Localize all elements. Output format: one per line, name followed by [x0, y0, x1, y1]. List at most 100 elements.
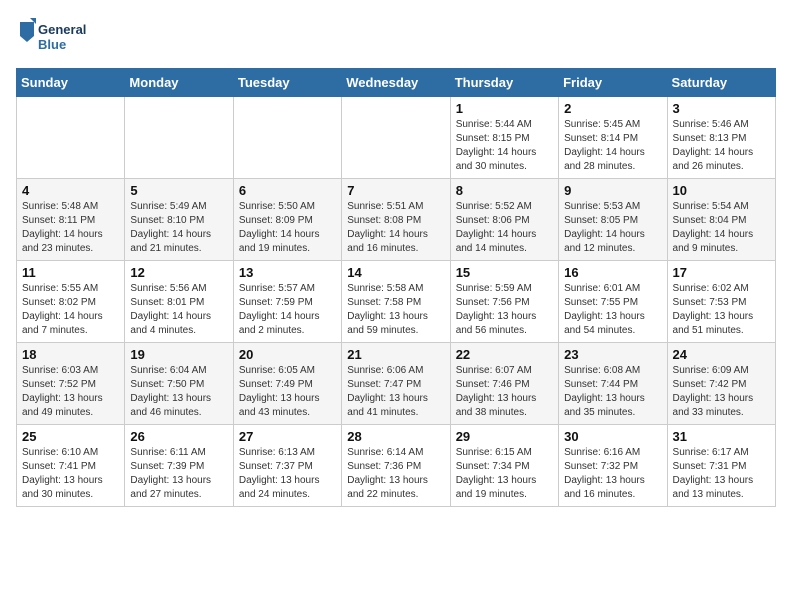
day-info: Sunrise: 5:48 AM Sunset: 8:11 PM Dayligh… — [22, 200, 119, 256]
day-info: Sunrise: 6:08 AM Sunset: 7:44 PM Dayligh… — [564, 364, 661, 420]
day-number: 27 — [239, 429, 336, 444]
calendar-cell: 15 Sunrise: 5:59 AM Sunset: 7:56 PM Dayli… — [450, 261, 558, 343]
calendar-body: 1Sunrise: 5:44 AM Sunset: 8:15 PM Daylig… — [17, 97, 776, 507]
day-info: Sunrise: 6:02 AM Sunset: 7:53 PM Dayligh… — [673, 282, 770, 338]
day-number: 7 — [347, 183, 444, 198]
day-info: Sunrise: 6:13 AM Sunset: 7:37 PM Dayligh… — [239, 446, 336, 502]
calendar-week-1: 1Sunrise: 5:44 AM Sunset: 8:15 PM Daylig… — [17, 97, 776, 179]
day-info: Sunrise: 6:16 AM Sunset: 7:32 PM Dayligh… — [564, 446, 661, 502]
day-number: 30 — [564, 429, 661, 444]
day-number: 21 — [347, 347, 444, 362]
day-header-friday: Friday — [559, 69, 667, 97]
day-number: 1 — [456, 101, 553, 116]
day-number: 17 — [673, 265, 770, 280]
day-number: 12 — [130, 265, 227, 280]
day-info: Sunrise: 6:17 AM Sunset: 7:31 PM Dayligh… — [673, 446, 770, 502]
calendar-cell: 22 Sunrise: 6:07 AM Sunset: 7:46 PM Dayli… — [450, 343, 558, 425]
day-number: 3 — [673, 101, 770, 116]
calendar-cell: 5 Sunrise: 5:49 AM Sunset: 8:10 PM Daylig… — [125, 179, 233, 261]
days-header-row: SundayMondayTuesdayWednesdayThursdayFrid… — [17, 69, 776, 97]
day-info: Sunrise: 6:03 AM Sunset: 7:52 PM Dayligh… — [22, 364, 119, 420]
calendar-cell: 31Sunrise: 6:17 AM Sunset: 7:31 PM Dayli… — [667, 425, 775, 507]
calendar-cell: 21 Sunrise: 6:06 AM Sunset: 7:47 PM Dayli… — [342, 343, 450, 425]
day-number: 23 — [564, 347, 661, 362]
calendar-cell: 3 Sunrise: 5:46 AM Sunset: 8:13 PM Daylig… — [667, 97, 775, 179]
calendar-cell: 13 Sunrise: 5:57 AM Sunset: 7:59 PM Dayli… — [233, 261, 341, 343]
day-info: Sunrise: 5:50 AM Sunset: 8:09 PM Dayligh… — [239, 200, 336, 256]
day-info: Sunrise: 5:55 AM Sunset: 8:02 PM Dayligh… — [22, 282, 119, 338]
calendar-cell: 27 Sunrise: 6:13 AM Sunset: 7:37 PM Dayli… — [233, 425, 341, 507]
day-info: Sunrise: 6:11 AM Sunset: 7:39 PM Dayligh… — [130, 446, 227, 502]
day-number: 26 — [130, 429, 227, 444]
day-number: 2 — [564, 101, 661, 116]
day-info: Sunrise: 5:49 AM Sunset: 8:10 PM Dayligh… — [130, 200, 227, 256]
day-number: 22 — [456, 347, 553, 362]
calendar-cell: 14 Sunrise: 5:58 AM Sunset: 7:58 PM Dayli… — [342, 261, 450, 343]
calendar-cell — [17, 97, 125, 179]
day-info: Sunrise: 5:57 AM Sunset: 7:59 PM Dayligh… — [239, 282, 336, 338]
calendar-week-2: 4 Sunrise: 5:48 AM Sunset: 8:11 PM Daylig… — [17, 179, 776, 261]
calendar-cell: 16 Sunrise: 6:01 AM Sunset: 7:55 PM Dayli… — [559, 261, 667, 343]
day-info: Sunrise: 5:46 AM Sunset: 8:13 PM Dayligh… — [673, 118, 770, 174]
calendar-week-5: 25Sunrise: 6:10 AM Sunset: 7:41 PM Dayli… — [17, 425, 776, 507]
day-info: Sunrise: 5:58 AM Sunset: 7:58 PM Dayligh… — [347, 282, 444, 338]
day-number: 16 — [564, 265, 661, 280]
page-header: General Blue — [16, 16, 776, 60]
calendar-cell: 7 Sunrise: 5:51 AM Sunset: 8:08 PM Daylig… — [342, 179, 450, 261]
day-number: 10 — [673, 183, 770, 198]
calendar-cell: 8Sunrise: 5:52 AM Sunset: 8:06 PM Daylig… — [450, 179, 558, 261]
day-info: Sunrise: 6:06 AM Sunset: 7:47 PM Dayligh… — [347, 364, 444, 420]
day-number: 18 — [22, 347, 119, 362]
day-info: Sunrise: 6:14 AM Sunset: 7:36 PM Dayligh… — [347, 446, 444, 502]
day-number: 28 — [347, 429, 444, 444]
calendar-cell — [233, 97, 341, 179]
day-number: 4 — [22, 183, 119, 198]
calendar-cell: 23 Sunrise: 6:08 AM Sunset: 7:44 PM Dayli… — [559, 343, 667, 425]
calendar-week-4: 18 Sunrise: 6:03 AM Sunset: 7:52 PM Dayli… — [17, 343, 776, 425]
day-number: 11 — [22, 265, 119, 280]
logo: General Blue — [16, 16, 96, 60]
day-info: Sunrise: 6:01 AM Sunset: 7:55 PM Dayligh… — [564, 282, 661, 338]
day-number: 15 — [456, 265, 553, 280]
calendar-header: SundayMondayTuesdayWednesdayThursdayFrid… — [17, 69, 776, 97]
svg-text:Blue: Blue — [38, 37, 66, 52]
day-info: Sunrise: 5:53 AM Sunset: 8:05 PM Dayligh… — [564, 200, 661, 256]
calendar-cell: 6 Sunrise: 5:50 AM Sunset: 8:09 PM Daylig… — [233, 179, 341, 261]
day-header-monday: Monday — [125, 69, 233, 97]
day-header-saturday: Saturday — [667, 69, 775, 97]
day-number: 5 — [130, 183, 227, 198]
calendar-cell: 18 Sunrise: 6:03 AM Sunset: 7:52 PM Dayli… — [17, 343, 125, 425]
calendar-cell: 17 Sunrise: 6:02 AM Sunset: 7:53 PM Dayli… — [667, 261, 775, 343]
day-number: 14 — [347, 265, 444, 280]
day-number: 9 — [564, 183, 661, 198]
day-number: 13 — [239, 265, 336, 280]
svg-text:General: General — [38, 22, 86, 37]
day-header-sunday: Sunday — [17, 69, 125, 97]
day-info: Sunrise: 5:59 AM Sunset: 7:56 PM Dayligh… — [456, 282, 553, 338]
day-number: 6 — [239, 183, 336, 198]
calendar-cell — [125, 97, 233, 179]
calendar-cell: 2 Sunrise: 5:45 AM Sunset: 8:14 PM Daylig… — [559, 97, 667, 179]
calendar-week-3: 11 Sunrise: 5:55 AM Sunset: 8:02 PM Dayli… — [17, 261, 776, 343]
day-info: Sunrise: 5:56 AM Sunset: 8:01 PM Dayligh… — [130, 282, 227, 338]
calendar-table: SundayMondayTuesdayWednesdayThursdayFrid… — [16, 68, 776, 507]
day-header-thursday: Thursday — [450, 69, 558, 97]
day-info: Sunrise: 6:05 AM Sunset: 7:49 PM Dayligh… — [239, 364, 336, 420]
day-number: 8 — [456, 183, 553, 198]
calendar-cell: 30 Sunrise: 6:16 AM Sunset: 7:32 PM Dayli… — [559, 425, 667, 507]
day-info: Sunrise: 5:54 AM Sunset: 8:04 PM Dayligh… — [673, 200, 770, 256]
calendar-cell: 19 Sunrise: 6:04 AM Sunset: 7:50 PM Dayli… — [125, 343, 233, 425]
calendar-cell: 29Sunrise: 6:15 AM Sunset: 7:34 PM Dayli… — [450, 425, 558, 507]
day-info: Sunrise: 6:04 AM Sunset: 7:50 PM Dayligh… — [130, 364, 227, 420]
calendar-cell: 25Sunrise: 6:10 AM Sunset: 7:41 PM Dayli… — [17, 425, 125, 507]
day-info: Sunrise: 5:45 AM Sunset: 8:14 PM Dayligh… — [564, 118, 661, 174]
day-number: 19 — [130, 347, 227, 362]
logo-svg: General Blue — [16, 16, 96, 60]
day-info: Sunrise: 6:15 AM Sunset: 7:34 PM Dayligh… — [456, 446, 553, 502]
calendar-cell: 4 Sunrise: 5:48 AM Sunset: 8:11 PM Daylig… — [17, 179, 125, 261]
day-info: Sunrise: 6:07 AM Sunset: 7:46 PM Dayligh… — [456, 364, 553, 420]
day-number: 25 — [22, 429, 119, 444]
day-number: 24 — [673, 347, 770, 362]
calendar-cell: 12 Sunrise: 5:56 AM Sunset: 8:01 PM Dayli… — [125, 261, 233, 343]
day-info: Sunrise: 5:51 AM Sunset: 8:08 PM Dayligh… — [347, 200, 444, 256]
